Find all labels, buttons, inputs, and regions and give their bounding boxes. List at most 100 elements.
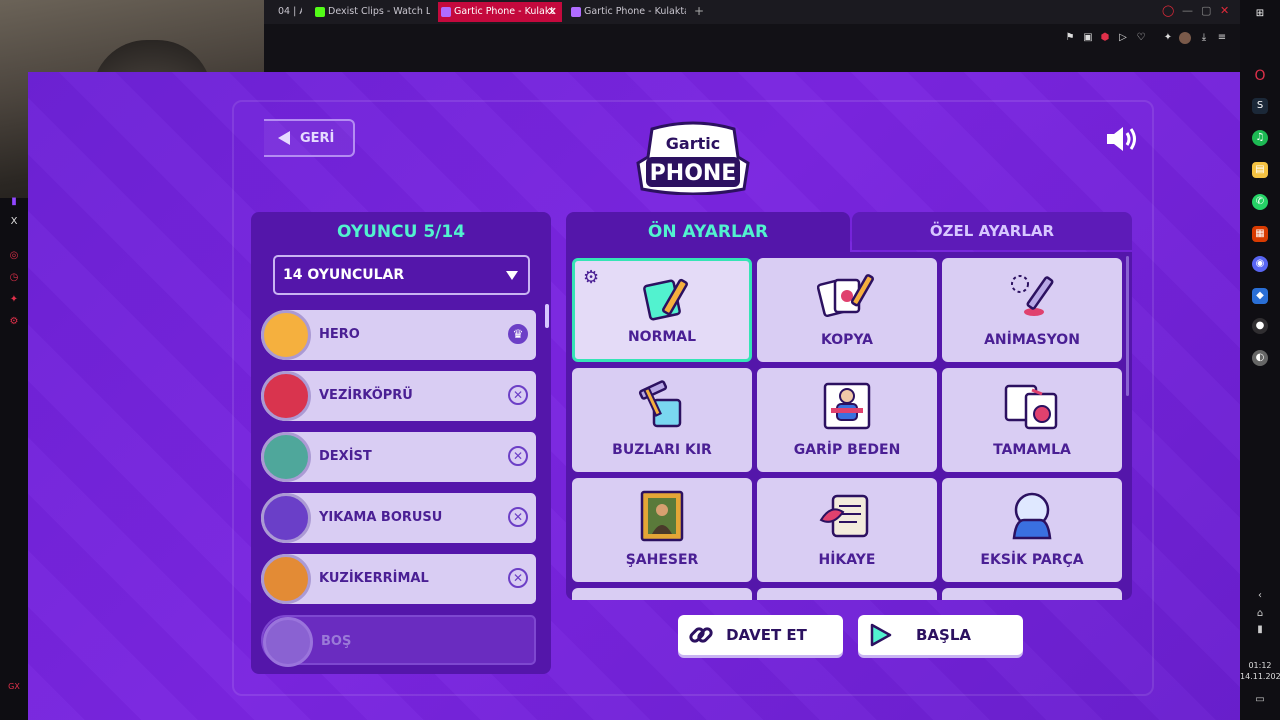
profile-avatar-icon[interactable] xyxy=(1179,32,1191,44)
steam-icon[interactable]: S xyxy=(1252,98,1268,114)
download-icon[interactable]: ⤓ xyxy=(1198,32,1210,44)
mode-buzlari-kir[interactable]: BUZLARI KIR xyxy=(572,368,752,472)
spotify-icon[interactable]: ♫ xyxy=(1252,130,1268,146)
mic-icon[interactable]: ▮ xyxy=(1252,622,1268,638)
gear-icon[interactable]: ⚙ xyxy=(583,267,599,288)
back-button[interactable]: GERİ xyxy=(264,119,355,157)
start-button[interactable]: BAŞLA xyxy=(858,615,1023,655)
browser-tab[interactable]: 04 | ALİ B xyxy=(262,2,302,22)
mode-label: KOPYA xyxy=(820,332,873,348)
invite-button[interactable]: DAVET ET xyxy=(678,615,843,655)
windows-start-icon[interactable]: ⊞ xyxy=(1252,6,1268,22)
back-label: GERİ xyxy=(300,130,335,146)
logo-bottom-text: PHONE xyxy=(650,161,737,186)
browser-sidebar: ▮ X ◎ ◷ ✦ ⚙ GX xyxy=(0,196,28,720)
player-avatar xyxy=(261,554,311,604)
strange-body-icon xyxy=(823,382,871,430)
max-players-select[interactable]: 14 OYUNCULAR xyxy=(273,255,530,295)
play-icon[interactable]: ▷ xyxy=(1117,32,1129,44)
player-name: HERO xyxy=(319,327,360,342)
mode-normal[interactable]: ⚙ NORMAL xyxy=(572,258,752,362)
tab-custom-settings[interactable]: ÖZEL AYARLAR xyxy=(852,212,1132,250)
sidebar-target-icon[interactable]: ◎ xyxy=(7,250,21,264)
mode-tamamla[interactable]: TAMAMLA xyxy=(942,368,1122,472)
gartic-phone-icon xyxy=(571,7,581,17)
mode-garip-beden[interactable]: GARİP BEDEN xyxy=(757,368,937,472)
app-icon[interactable]: ◆ xyxy=(1252,288,1268,304)
browser-tab[interactable]: Dexist Clips - Watch Live xyxy=(312,2,430,22)
remove-player-icon[interactable]: ✕ xyxy=(508,568,528,588)
missing-piece-icon xyxy=(1012,492,1052,540)
select-value: 14 OYUNCULAR xyxy=(283,267,405,283)
gx-icon[interactable]: GX xyxy=(7,682,21,696)
story-scroll-icon xyxy=(819,494,869,538)
masterpiece-frame-icon xyxy=(640,490,684,542)
discord-icon[interactable]: ◉ xyxy=(1252,256,1268,272)
remove-player-icon[interactable]: ✕ xyxy=(508,446,528,466)
mode-label: NORMAL xyxy=(627,329,697,345)
animation-pen-icon xyxy=(1011,275,1054,316)
mode-kopya[interactable]: KOPYA xyxy=(757,258,937,362)
link-icon xyxy=(689,627,713,643)
mode-hidden[interactable] xyxy=(572,588,752,600)
heart-icon[interactable]: ♡ xyxy=(1135,32,1147,44)
cards-pencil-icon xyxy=(817,274,874,318)
notification-icon[interactable]: ▭ xyxy=(1252,692,1268,708)
modes-panel: ÖN AYARLAR ÖZEL AYARLAR ⚙ NORMAL KOPYA A… xyxy=(566,212,1132,600)
gartic-phone-icon xyxy=(441,7,451,17)
close-window-icon[interactable]: ✕ xyxy=(1220,4,1229,17)
browser-tab-active[interactable]: Gartic Phone - Kulakt ✕ xyxy=(438,2,562,22)
mode-label: GARİP BEDEN xyxy=(793,442,901,458)
mode-hidden[interactable] xyxy=(942,588,1122,600)
play-icon xyxy=(870,623,892,647)
mode-label: TAMAMLA xyxy=(993,442,1071,458)
chevron-left-icon[interactable]: ‹ xyxy=(1252,588,1268,604)
screenshot-icon[interactable]: ▣ xyxy=(1082,32,1094,44)
menu-icon[interactable]: ≡ xyxy=(1216,32,1228,44)
mode-saheser[interactable]: ŞAHESER xyxy=(572,478,752,582)
browser-tab[interactable]: Gartic Phone - Kulaktan K xyxy=(568,2,686,22)
whatsapp-icon[interactable]: ✆ xyxy=(1252,194,1268,210)
search-icon[interactable]: ◯ xyxy=(1162,4,1174,17)
empty-label: BOŞ xyxy=(321,634,352,649)
invite-label: DAVET ET xyxy=(726,626,807,644)
mode-hidden[interactable] xyxy=(757,588,937,600)
ice-hammer-icon xyxy=(638,380,682,428)
remove-player-icon[interactable]: ✕ xyxy=(508,385,528,405)
obs-icon[interactable]: ● xyxy=(1252,318,1268,334)
kick-icon xyxy=(315,7,325,17)
taskbar-clock[interactable]: 01:12 14.11.2025 xyxy=(1240,660,1280,682)
tab-presets[interactable]: ÖN AYARLAR xyxy=(566,212,850,252)
player-list-scrollbar[interactable] xyxy=(545,304,549,328)
settings-icon[interactable]: ⚙ xyxy=(7,316,21,330)
player-name: VEZİRKÖPRÜ xyxy=(319,388,413,403)
player-avatar xyxy=(261,432,311,482)
folder-icon[interactable]: ▤ xyxy=(1252,162,1268,178)
extensions-icon[interactable]: ✦ xyxy=(7,294,21,308)
network-icon[interactable]: ⌂ xyxy=(1252,606,1268,622)
mode-eksik-parca[interactable]: EKSİK PARÇA xyxy=(942,478,1122,582)
history-icon[interactable]: ◷ xyxy=(7,272,21,286)
player-row: KUZİKERRİMAL ✕ xyxy=(261,554,536,604)
x-icon[interactable]: X xyxy=(7,216,21,230)
minimize-icon[interactable]: — xyxy=(1182,4,1193,17)
sound-icon[interactable] xyxy=(1104,124,1140,154)
maximize-icon[interactable]: ▢ xyxy=(1201,4,1211,17)
close-tab-icon[interactable]: ✕ xyxy=(548,2,557,22)
mode-animasyon[interactable]: ANİMASYON xyxy=(942,258,1122,362)
bookmark-icon[interactable]: ⚑ xyxy=(1064,32,1076,44)
player-name: DEXİST xyxy=(319,449,372,464)
mode-hikaye[interactable]: HİKAYE xyxy=(757,478,937,582)
new-tab-button[interactable]: + xyxy=(694,4,704,18)
extensions-icon[interactable]: ✦ xyxy=(1162,32,1174,44)
opera-icon[interactable]: O xyxy=(1252,68,1268,84)
app-icon[interactable]: ◐ xyxy=(1252,350,1268,366)
adblock-icon[interactable]: ⬢ xyxy=(1099,32,1111,44)
calendar-icon[interactable]: ▦ xyxy=(1252,226,1268,242)
player-row: YIKAMA BORUSU ✕ xyxy=(261,493,536,543)
player-row: VEZİRKÖPRÜ ✕ xyxy=(261,371,536,421)
player-avatar xyxy=(261,310,311,360)
mode-grid-scrollbar[interactable] xyxy=(1126,256,1129,396)
remove-player-icon[interactable]: ✕ xyxy=(508,507,528,527)
twitch-icon[interactable]: ▮ xyxy=(7,196,21,210)
